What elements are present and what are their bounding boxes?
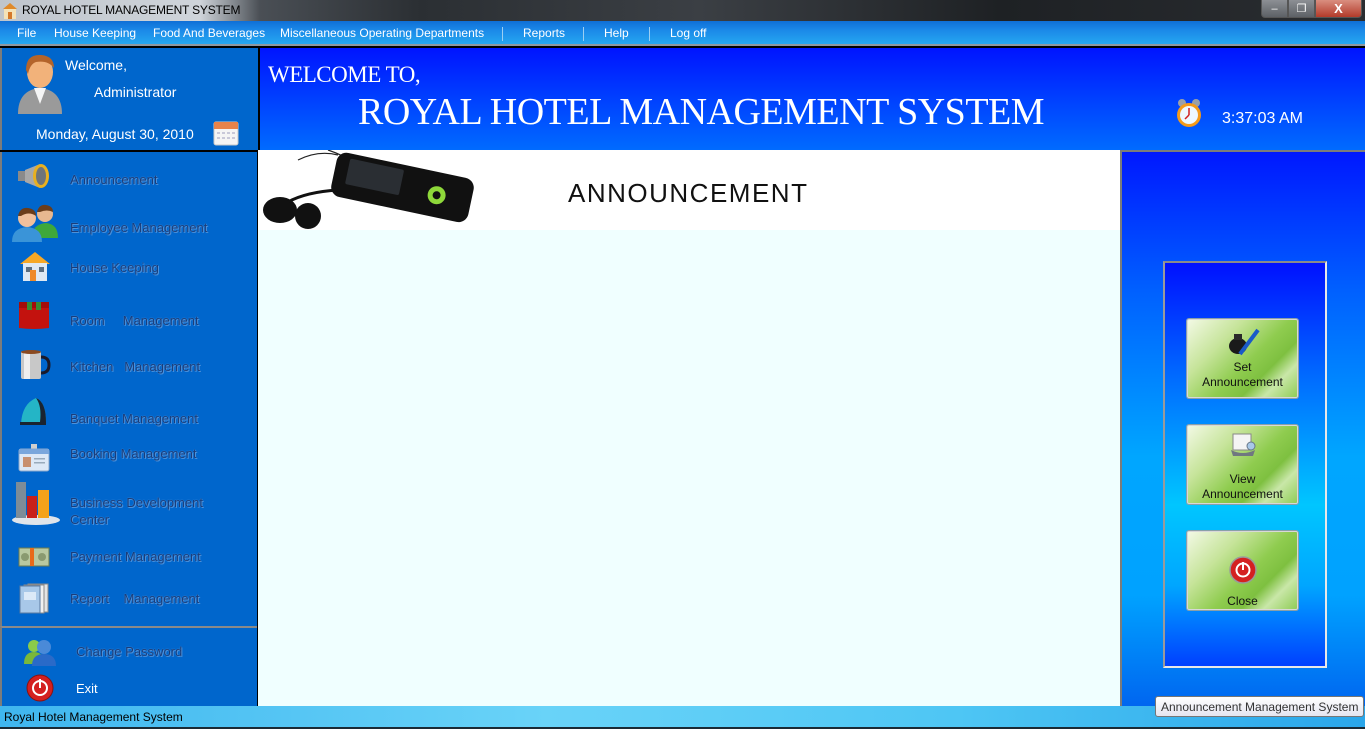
view-announcement-button[interactable]: View Announcement (1187, 425, 1298, 504)
sidebar-item-report-management[interactable]: Report Management (2, 582, 257, 616)
report-book-icon (19, 583, 49, 614)
sidebar-item-room-management[interactable]: Room Management (2, 300, 257, 334)
content-header: ANNOUNCEMENT (258, 150, 1120, 230)
users-icon (12, 204, 58, 242)
hotel-building-icon (3, 3, 17, 19)
tooltip: Announcement Management System (1155, 696, 1365, 717)
main-content: ANNOUNCEMENT (258, 150, 1120, 706)
banner-title: ROYAL HOTEL MANAGEMENT SYSTEM (358, 91, 1045, 133)
minimize-icon: – (1271, 2, 1278, 15)
sidebar-item-label: Room Management (70, 313, 199, 328)
id-card-icon (18, 444, 50, 472)
sidebar-item-label: Announcement (70, 172, 158, 187)
power-icon (26, 674, 54, 702)
sidebar-item-label: Kitchen Management (70, 359, 201, 374)
sidebar-item-label: Report Management (70, 591, 200, 606)
menu-separator (502, 27, 503, 41)
change-password-users-icon (24, 640, 56, 666)
mug-icon (21, 350, 51, 379)
rolodex-icon (1230, 433, 1255, 456)
minimize-button[interactable]: – (1261, 0, 1288, 18)
sidebar-item-label: House Keeping (70, 260, 159, 275)
bar-chart-icon (12, 482, 60, 525)
restore-button[interactable]: ❐ (1288, 0, 1315, 18)
ink-pen-icon (1228, 328, 1260, 356)
banner-welcome: WELCOME TO, (268, 62, 421, 87)
clock-time: 3:37:03 AM (1222, 110, 1303, 127)
menu-help[interactable]: Help (604, 26, 629, 40)
money-icon (18, 547, 50, 567)
sidebar-item-label: Business Development Center (70, 495, 203, 527)
sidebar-item-announcement[interactable]: Announcement (2, 162, 257, 196)
action-panel: Set Announcement View Announcement Close (1120, 150, 1365, 706)
sidebar-item-label: Booking Management (70, 446, 197, 461)
sidebar-item-label: Payment Management (70, 549, 201, 564)
exit-button[interactable]: Exit (2, 674, 257, 704)
calendar-icon (213, 121, 239, 146)
sidebar-item-kitchen-management[interactable]: Kitchen Management (2, 348, 257, 382)
user-avatar-icon (18, 54, 62, 114)
view-announcement-label-1: View (1229, 472, 1256, 486)
welcome-panel: Welcome, Administrator Monday, August 30… (0, 48, 258, 150)
sidebar-item-employee-management[interactable]: Employee Management (2, 200, 257, 244)
room-curtain-icon (19, 302, 49, 329)
close-window-button[interactable]: X (1315, 0, 1362, 18)
menu-log-off[interactable]: Log off (670, 26, 706, 40)
sidebar-item-business-development-center[interactable]: Business Development Center (2, 478, 257, 528)
sidebar-item-booking-management[interactable]: Booking Management (2, 442, 257, 472)
sidebar-bottom-nav: Change Password Exit (0, 626, 257, 706)
house-icon (20, 252, 50, 281)
content-title: ANNOUNCEMENT (568, 178, 809, 208)
username: Administrator (94, 84, 177, 100)
close-label: Close (1227, 594, 1258, 608)
change-password-button[interactable]: Change Password (2, 638, 257, 668)
close-button[interactable]: Close (1187, 531, 1298, 610)
power-icon (1228, 556, 1257, 584)
view-announcement-label-2: Announcement (1202, 487, 1283, 501)
status-text: Royal Hotel Management System (4, 710, 183, 724)
iron-icon (20, 398, 46, 425)
alarm-clock-icon (1177, 99, 1201, 127)
header-banner: WELCOME TO, ROYAL HOTEL MANAGEMENT SYSTE… (260, 48, 1365, 150)
menu-separator (583, 27, 584, 41)
restore-icon: ❐ (1296, 3, 1307, 15)
menu-food-and-beverages[interactable]: Food And Beverages (153, 26, 265, 40)
menu-separator (649, 27, 650, 41)
window-controls: – ❐ X (1261, 0, 1362, 18)
sidebar-item-house-keeping[interactable]: House Keeping (2, 250, 257, 284)
menu-house-keeping[interactable]: House Keeping (54, 26, 136, 40)
megaphone-icon (18, 164, 49, 188)
mp3-player-earphones-image (263, 150, 474, 229)
change-password-label: Change Password (76, 644, 183, 659)
title-bar: ROYAL HOTEL MANAGEMENT SYSTEM – ❐ X (0, 0, 1365, 21)
set-announcement-label-1: Set (1233, 360, 1252, 374)
sidebar-item-label: Banquet Management (70, 411, 198, 426)
action-box: Set Announcement View Announcement Close (1163, 261, 1327, 668)
exit-label: Exit (76, 681, 98, 696)
set-announcement-button[interactable]: Set Announcement (1187, 319, 1298, 398)
sidebar-item-banquet-management[interactable]: Banquet Management (2, 396, 257, 430)
window-title: ROYAL HOTEL MANAGEMENT SYSTEM (22, 3, 241, 17)
menu-bar: File House Keeping Food And Beverages Mi… (0, 21, 1365, 46)
welcome-greeting: Welcome, (65, 57, 127, 73)
menu-reports[interactable]: Reports (523, 26, 565, 40)
close-icon: X (1334, 1, 1343, 16)
menu-misc-operating-departments[interactable]: Miscellaneous Operating Departments (280, 26, 484, 40)
set-announcement-label-2: Announcement (1202, 375, 1283, 389)
sidebar-item-label: Employee Management (70, 220, 208, 235)
current-date: Monday, August 30, 2010 (36, 126, 194, 142)
menu-file[interactable]: File (17, 26, 36, 40)
sidebar-item-payment-management[interactable]: Payment Management (2, 544, 257, 574)
sidebar-nav: Announcement Employee Management House K… (0, 152, 257, 626)
